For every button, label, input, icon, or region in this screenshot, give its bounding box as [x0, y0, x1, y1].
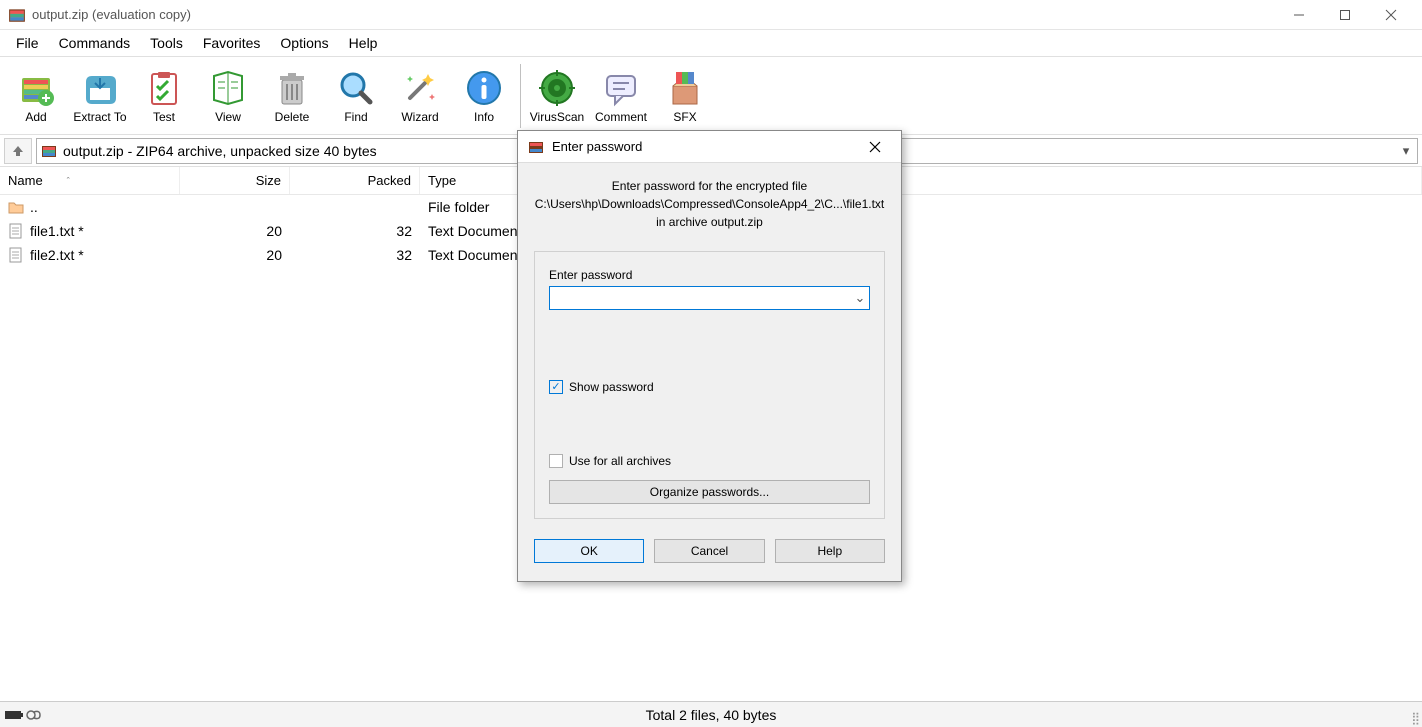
- winrar-app-icon: [528, 139, 544, 155]
- dialog-message: Enter password for the encrypted file C:…: [534, 177, 885, 231]
- password-dialog: Enter password Enter password for the en…: [517, 130, 902, 582]
- toolbar-virusscan-label: VirusScan: [530, 110, 584, 124]
- find-icon: [336, 68, 376, 108]
- dialog-close-button[interactable]: [859, 141, 891, 153]
- delete-icon: [272, 68, 312, 108]
- toolbar-comment-label: Comment: [595, 110, 647, 124]
- up-button[interactable]: [4, 138, 32, 164]
- ok-button[interactable]: OK: [534, 539, 644, 563]
- password-label: Enter password: [549, 268, 870, 282]
- file-name: ..: [30, 199, 38, 215]
- toolbar-view-label: View: [215, 110, 241, 124]
- virusscan-icon: [537, 68, 577, 108]
- toolbar-find-label: Find: [344, 110, 367, 124]
- password-input[interactable]: [549, 286, 870, 310]
- text-file-icon: [8, 223, 24, 239]
- use-all-archives-label: Use for all archives: [569, 454, 671, 468]
- toolbar-comment-button[interactable]: Comment: [589, 60, 653, 132]
- toolbar-sfx-button[interactable]: SFX: [653, 60, 717, 132]
- menu-commands[interactable]: Commands: [49, 31, 141, 55]
- file-packed: 32: [290, 223, 420, 239]
- resize-grip[interactable]: ⣿: [1411, 711, 1420, 725]
- toolbar-delete-button[interactable]: Delete: [260, 60, 324, 132]
- menubar: File Commands Tools Favorites Options He…: [0, 30, 1422, 57]
- use-all-archives-checkbox[interactable]: [549, 454, 563, 468]
- cancel-button[interactable]: Cancel: [654, 539, 764, 563]
- toolbar-extract-label: Extract To: [73, 110, 126, 124]
- organize-passwords-button[interactable]: Organize passwords...: [549, 480, 870, 504]
- winrar-app-icon: [8, 6, 26, 24]
- folder-up-icon: [8, 199, 24, 215]
- archive-icon: [41, 143, 57, 159]
- toolbar-add-button[interactable]: Add: [4, 60, 68, 132]
- window-title: output.zip (evaluation copy): [32, 7, 191, 22]
- show-password-checkbox[interactable]: [549, 380, 563, 394]
- add-icon: [16, 68, 56, 108]
- minimize-button[interactable]: [1276, 0, 1322, 30]
- toolbar-virusscan-button[interactable]: VirusScan: [525, 60, 589, 132]
- chevron-down-icon[interactable]: ⌄: [852, 288, 868, 308]
- file-name: file1.txt *: [30, 223, 84, 239]
- dialog-title: Enter password: [552, 139, 642, 154]
- toolbar-info-label: Info: [474, 110, 494, 124]
- statusbar: Total 2 files, 40 bytes ⣿: [0, 701, 1422, 727]
- toolbar-find-button[interactable]: Find: [324, 60, 388, 132]
- dialog-titlebar[interactable]: Enter password: [518, 131, 901, 163]
- toolbar-delete-label: Delete: [275, 110, 310, 124]
- show-password-label: Show password: [569, 380, 654, 394]
- column-packed[interactable]: Packed: [290, 167, 420, 194]
- toolbar-wizard-button[interactable]: Wizard: [388, 60, 452, 132]
- toolbar-wizard-label: Wizard: [401, 110, 438, 124]
- maximize-button[interactable]: [1322, 0, 1368, 30]
- toolbar-view-button[interactable]: View: [196, 60, 260, 132]
- column-size[interactable]: Size: [180, 167, 290, 194]
- file-packed: 32: [290, 247, 420, 263]
- chevron-down-icon[interactable]: ▾: [1397, 141, 1415, 161]
- path-text: output.zip - ZIP64 archive, unpacked siz…: [63, 143, 377, 159]
- toolbar-sfx-label: SFX: [673, 110, 696, 124]
- test-icon: [144, 68, 184, 108]
- file-size: 20: [180, 223, 290, 239]
- menu-options[interactable]: Options: [270, 31, 338, 55]
- text-file-icon: [8, 247, 24, 263]
- file-size: 20: [180, 247, 290, 263]
- help-button[interactable]: Help: [775, 539, 885, 563]
- wizard-icon: [400, 68, 440, 108]
- comment-icon: [601, 68, 641, 108]
- extract-icon: [80, 68, 120, 108]
- toolbar-add-label: Add: [25, 110, 46, 124]
- menu-help[interactable]: Help: [339, 31, 388, 55]
- toolbar-test-label: Test: [153, 110, 175, 124]
- statusbar-icons: [0, 708, 44, 722]
- menu-file[interactable]: File: [6, 31, 49, 55]
- sfx-icon: [665, 68, 705, 108]
- toolbar-extract-button[interactable]: Extract To: [68, 60, 132, 132]
- close-button[interactable]: [1368, 0, 1414, 30]
- file-name: file2.txt *: [30, 247, 84, 263]
- column-name[interactable]: Nameˆ: [0, 167, 180, 194]
- toolbar-test-button[interactable]: Test: [132, 60, 196, 132]
- view-icon: [208, 68, 248, 108]
- status-text: Total 2 files, 40 bytes: [646, 707, 777, 723]
- toolbar: Add Extract To Test View Delete Find Wiz…: [0, 57, 1422, 135]
- toolbar-info-button[interactable]: Info: [452, 60, 516, 132]
- toolbar-separator: [520, 64, 521, 128]
- titlebar: output.zip (evaluation copy): [0, 0, 1422, 30]
- info-icon: [464, 68, 504, 108]
- menu-tools[interactable]: Tools: [140, 31, 193, 55]
- menu-favorites[interactable]: Favorites: [193, 31, 271, 55]
